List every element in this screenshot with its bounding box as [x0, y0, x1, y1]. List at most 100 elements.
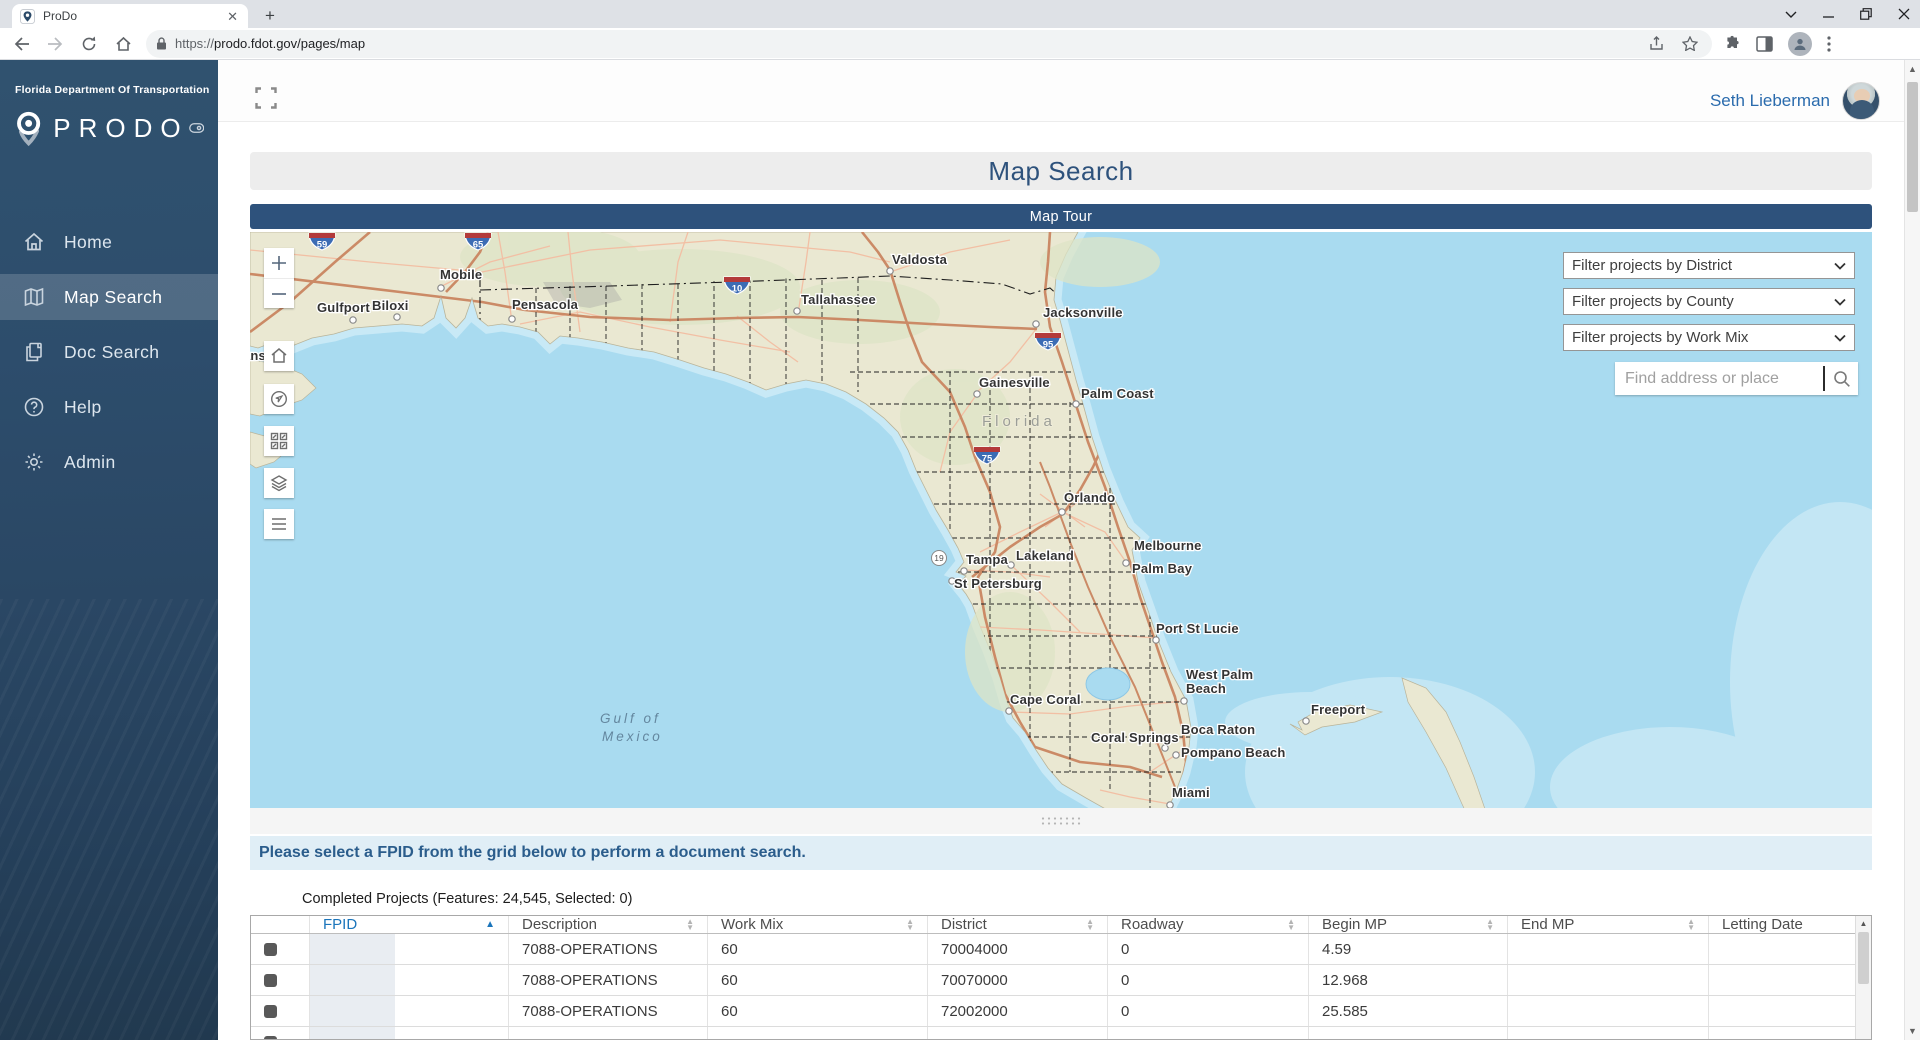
address-search-input[interactable]	[1615, 370, 1823, 388]
new-tab-button[interactable]: +	[258, 6, 282, 26]
city-marker	[1033, 321, 1039, 327]
table-row[interactable]: 7088-OPERATIONS607000400004.59	[251, 934, 1871, 965]
checkbox[interactable]	[264, 943, 277, 956]
url-bar[interactable]: https://prodo.fdot.gov/pages/map	[146, 30, 1712, 58]
window-close-icon[interactable]	[1898, 8, 1910, 20]
fpid-masked-value	[310, 996, 395, 1026]
city-label: St Petersburg	[954, 576, 1042, 591]
browser-titlebar: ProDo ✕ +	[0, 0, 1920, 28]
filter-select-1[interactable]: Filter projects by County	[1563, 288, 1855, 315]
city-marker	[438, 285, 444, 291]
help-icon	[22, 395, 46, 419]
checkbox[interactable]	[264, 974, 277, 987]
extensions-puzzle-icon[interactable]	[1724, 35, 1741, 52]
column-header-end-mp[interactable]: End MP▲▼	[1508, 916, 1709, 933]
cell-end_mp: 25.585	[1309, 996, 1508, 1026]
column-header-fpid[interactable]: FPID▲	[310, 916, 509, 933]
sidebar-item-map-search[interactable]: Map Search	[0, 274, 218, 320]
user-name[interactable]: Seth Lieberman	[1710, 91, 1830, 111]
row-select-checkbox[interactable]	[251, 934, 310, 964]
cell-undefined	[1709, 996, 1841, 1026]
bookmark-star-icon[interactable]	[1682, 36, 1698, 51]
cell-work_mix: 7088-OPERATIONS	[509, 934, 708, 964]
page-title-bar: Map Search	[250, 152, 1872, 190]
sidebar-toggle-eye-icon[interactable]	[189, 121, 204, 135]
checkbox[interactable]	[264, 1036, 277, 1040]
cell-fpid	[310, 934, 509, 964]
browser-menu-kebab-icon[interactable]	[1827, 36, 1831, 52]
cell-roadway: 70070000	[928, 965, 1108, 995]
home-icon	[22, 230, 46, 254]
layers-button[interactable]	[264, 468, 294, 498]
forward-icon[interactable]	[42, 31, 68, 57]
column-header-letting-date[interactable]: Letting Date	[1709, 916, 1841, 933]
sidebar-item-home[interactable]: Home	[0, 219, 218, 265]
column-header-description[interactable]: Description▲▼	[509, 916, 708, 933]
browser-tab[interactable]: ProDo ✕	[12, 4, 248, 28]
cell-district: 60	[708, 934, 928, 964]
tab-close-icon[interactable]: ✕	[225, 10, 240, 23]
cell-letting_date	[1508, 965, 1709, 995]
column-header-district[interactable]: District▲▼	[928, 916, 1108, 933]
map-icon	[22, 285, 46, 309]
cell-begin_mp: 0	[1108, 934, 1309, 964]
page-scrollbar[interactable]: ▲ ▼	[1904, 60, 1920, 1040]
grid-scroll-thumb[interactable]	[1858, 932, 1869, 984]
table-row[interactable]: 7088-OPERATIONS6072002000025.585	[251, 996, 1871, 1027]
sidebar-item-help[interactable]: Help	[0, 384, 218, 430]
city-label: Miami	[1172, 785, 1210, 800]
share-icon[interactable]	[1649, 36, 1666, 51]
city-marker	[509, 316, 515, 322]
scroll-down-icon[interactable]: ▼	[1905, 1026, 1920, 1036]
fullscreen-icon[interactable]	[255, 87, 277, 114]
zoom-in-button[interactable]	[264, 248, 294, 278]
row-select-checkbox[interactable]	[251, 1027, 310, 1040]
reload-icon[interactable]	[76, 31, 102, 57]
window-restore-icon[interactable]	[1860, 8, 1872, 20]
sort-asc-icon: ▲	[485, 919, 495, 930]
lock-icon	[156, 37, 167, 50]
sidebar-item-admin[interactable]: Admin	[0, 439, 218, 485]
scroll-up-icon[interactable]: ▲	[1905, 64, 1920, 74]
locate-button[interactable]	[264, 384, 294, 414]
column-header-roadway[interactable]: Roadway▲▼	[1108, 916, 1309, 933]
back-icon[interactable]	[8, 31, 34, 57]
browser-home-icon[interactable]	[110, 31, 136, 57]
browser-profile-icon[interactable]	[1788, 32, 1812, 56]
user-avatar[interactable]	[1842, 82, 1880, 120]
zoom-out-button[interactable]	[264, 278, 294, 308]
side-panel-icon[interactable]	[1756, 36, 1773, 52]
city-marker	[887, 268, 893, 274]
row-select-checkbox[interactable]	[251, 965, 310, 995]
checkbox[interactable]	[264, 1005, 277, 1018]
scroll-thumb[interactable]	[1907, 82, 1918, 212]
svg-text:19: 19	[934, 553, 944, 563]
map-tour-button[interactable]: Map Tour	[250, 204, 1872, 229]
column-header-begin-mp[interactable]: Begin MP▲▼	[1309, 916, 1508, 933]
window-minimize-icon[interactable]	[1823, 9, 1834, 20]
map-canvas[interactable]: 596510957519 New OrleansGulfportBiloxiMo…	[250, 232, 1872, 808]
row-select-checkbox[interactable]	[251, 996, 310, 1026]
map-controls	[264, 248, 294, 308]
gear-icon	[22, 450, 46, 474]
table-row[interactable]	[251, 1027, 1871, 1040]
city-label: Freeport	[1311, 702, 1366, 717]
city-marker	[1303, 718, 1309, 724]
city-label: Biloxi	[372, 298, 409, 313]
sidebar-item-doc-search[interactable]: Doc Search	[0, 329, 218, 375]
filter-select-0[interactable]: Filter projects by District	[1563, 252, 1855, 279]
cell-roadway: 70004000	[928, 934, 1108, 964]
grid-scrollbar[interactable]: ▲	[1855, 916, 1871, 1039]
grid-scroll-up-icon[interactable]: ▲	[1856, 919, 1871, 928]
table-row[interactable]: 7088-OPERATIONS6070070000012.968	[251, 965, 1871, 996]
basemap-gallery-button[interactable]	[264, 426, 294, 456]
filter-select-2[interactable]: Filter projects by Work Mix	[1563, 324, 1855, 351]
cell-district: 60	[708, 996, 928, 1026]
tab-search-chevron-icon[interactable]	[1785, 10, 1797, 18]
home-extent-button[interactable]	[264, 341, 294, 371]
resize-grip-handle[interactable]	[1040, 816, 1082, 826]
search-icon[interactable]	[1825, 362, 1858, 395]
column-header-work-mix[interactable]: Work Mix▲▼	[708, 916, 928, 933]
city-marker	[350, 317, 356, 323]
legend-button[interactable]	[264, 509, 294, 539]
